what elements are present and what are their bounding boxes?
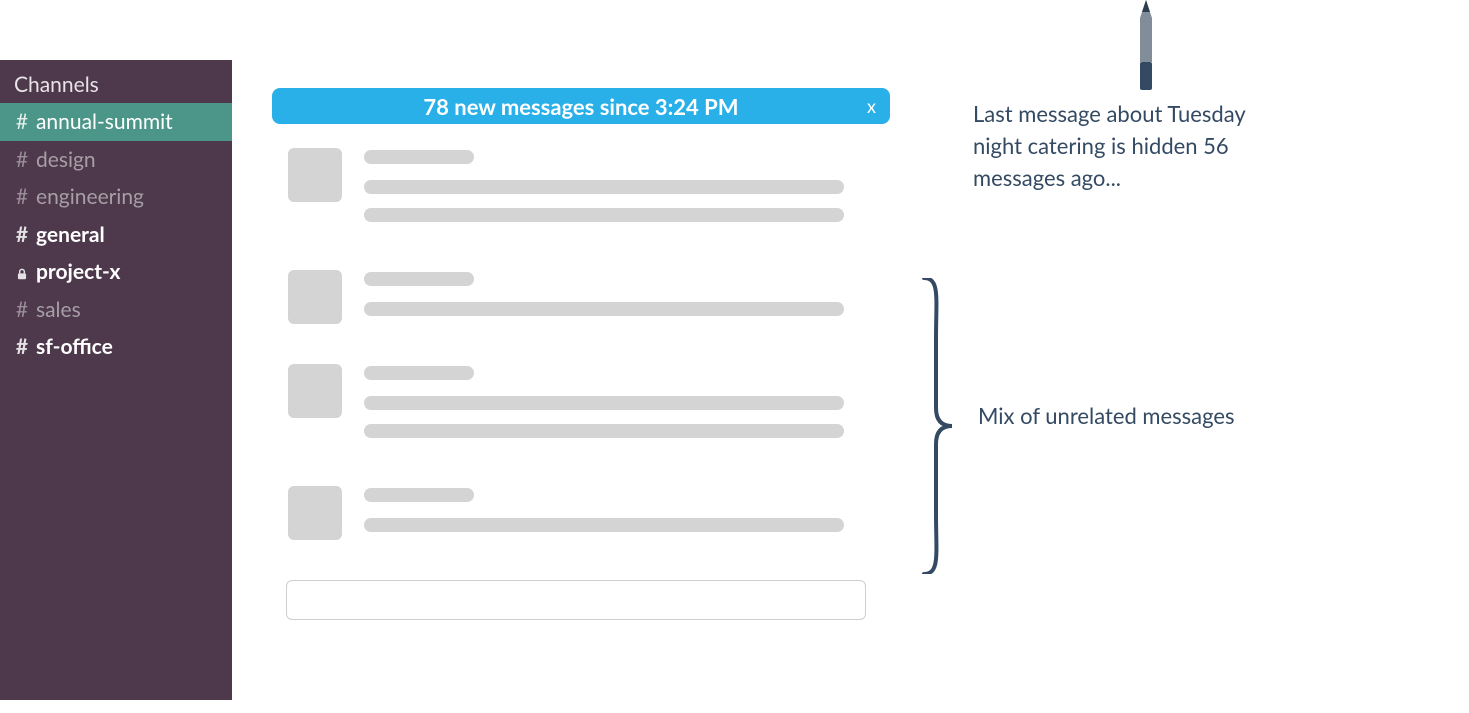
channel-design[interactable]: # design xyxy=(0,141,232,179)
hash-icon: # xyxy=(14,219,30,251)
channel-project-x[interactable]: project-x xyxy=(0,253,232,291)
placeholder-line xyxy=(364,150,474,164)
hash-icon: # xyxy=(14,181,30,213)
placeholder-line xyxy=(364,424,844,438)
channel-general[interactable]: # general xyxy=(0,216,232,254)
channel-label: general xyxy=(36,219,105,251)
curly-brace-icon xyxy=(916,278,956,574)
hash-icon: # xyxy=(14,294,30,326)
annotation-last-message: Last message about Tuesday night caterin… xyxy=(973,98,1283,194)
message-placeholder xyxy=(288,364,890,452)
placeholder-line xyxy=(364,366,474,380)
channel-annual-summit[interactable]: # annual-summit xyxy=(0,103,232,141)
message-placeholder xyxy=(288,148,890,236)
lock-icon xyxy=(14,256,30,288)
hash-icon: # xyxy=(14,144,30,176)
hash-icon: # xyxy=(14,106,30,138)
message-input[interactable] xyxy=(286,580,866,620)
annotation-mix-unrelated: Mix of unrelated messages xyxy=(978,400,1238,432)
message-placeholder xyxy=(288,270,890,330)
avatar xyxy=(288,486,342,540)
channel-label: engineering xyxy=(36,181,144,213)
close-icon[interactable]: x xyxy=(867,95,876,117)
channel-sidebar: Channels # annual-summit # design # engi… xyxy=(0,60,232,700)
pen-icon xyxy=(1128,0,1164,92)
placeholder-line xyxy=(364,488,474,502)
placeholder-line xyxy=(364,518,844,532)
avatar xyxy=(288,148,342,202)
channel-label: project-x xyxy=(36,256,120,288)
message-lines xyxy=(364,486,890,546)
channel-sales[interactable]: # sales xyxy=(0,291,232,329)
channel-engineering[interactable]: # engineering xyxy=(0,178,232,216)
channel-label: design xyxy=(36,144,96,176)
channel-label: sales xyxy=(36,294,81,326)
hash-icon: # xyxy=(14,331,30,363)
message-lines xyxy=(364,148,890,236)
channels-header: Channels xyxy=(0,68,232,103)
message-lines xyxy=(364,270,890,330)
banner-text: 78 new messages since 3:24 PM xyxy=(423,93,738,120)
placeholder-line xyxy=(364,272,474,286)
placeholder-line xyxy=(364,180,844,194)
placeholder-line xyxy=(364,302,844,316)
message-lines xyxy=(364,364,890,452)
channel-label: sf-office xyxy=(36,331,113,363)
chat-panel: 78 new messages since 3:24 PM x xyxy=(272,88,890,620)
channel-sf-office[interactable]: # sf-office xyxy=(0,328,232,366)
avatar xyxy=(288,270,342,324)
channel-label: annual-summit xyxy=(36,106,173,138)
placeholder-line xyxy=(364,208,844,222)
avatar xyxy=(288,364,342,418)
message-placeholder xyxy=(288,486,890,546)
new-messages-banner[interactable]: 78 new messages since 3:24 PM x xyxy=(272,88,890,124)
placeholder-line xyxy=(364,396,844,410)
